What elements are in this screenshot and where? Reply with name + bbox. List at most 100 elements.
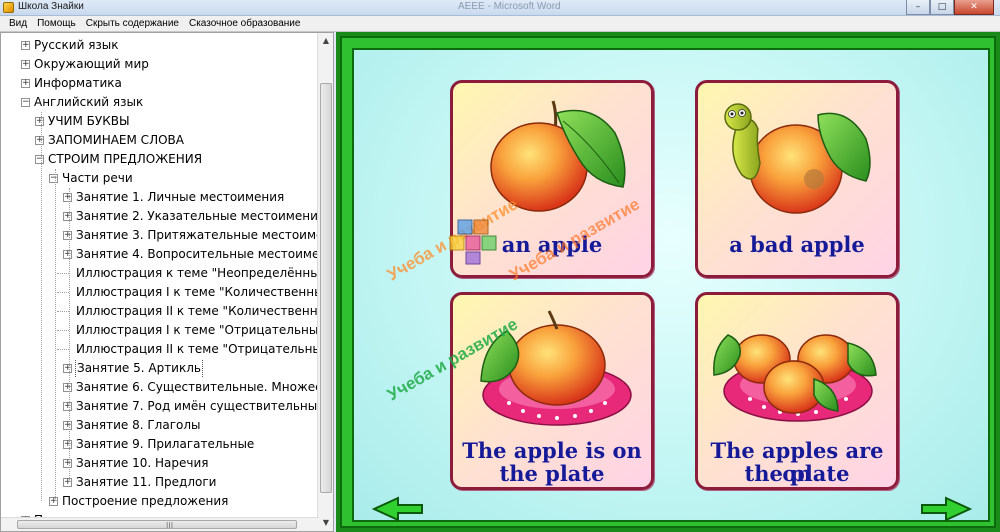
horizontal-scrollbar[interactable]: III xyxy=(1,517,319,531)
tree-item[interactable]: + Занятие 5. Артикль xyxy=(1,359,319,378)
tree-item-label: Занятие 10. Наречия xyxy=(76,456,209,470)
card-apples-on-plate[interactable]: The apples are on the plate xyxy=(695,292,899,490)
background-window-title: АЕЕЕ - Microsoft Word xyxy=(458,1,561,12)
tree-guide-line xyxy=(55,169,56,501)
tree-item[interactable]: + Занятие 7. Род имён существительных xyxy=(1,397,319,416)
tree-guide-line xyxy=(69,188,70,482)
tree-item-label: Занятие 7. Род имён существительных xyxy=(76,399,319,413)
tree-item-label: Русский язык xyxy=(34,38,119,52)
tree-item[interactable]: + Русский язык xyxy=(1,36,319,55)
vertical-scrollbar[interactable]: ▲ ▼ xyxy=(317,33,333,531)
tree-item[interactable]: − СТРОИМ ПРЕДЛОЖЕНИЯ xyxy=(1,150,319,169)
scroll-down-icon[interactable]: ▼ xyxy=(318,515,333,531)
tree-item[interactable]: Иллюстрация I к теме "Отрицательные ме xyxy=(1,321,319,340)
tree-item[interactable]: + Информатика xyxy=(1,74,319,93)
tree-item-label: Части речи xyxy=(62,171,133,185)
right-arrow-icon[interactable] xyxy=(920,496,972,522)
card-caption-line-2: the plate xyxy=(499,461,605,486)
expand-icon[interactable]: + xyxy=(21,60,30,69)
tree-item[interactable]: + Занятие 11. Предлоги xyxy=(1,473,319,492)
expand-icon[interactable]: + xyxy=(63,478,72,487)
left-arrow-icon[interactable] xyxy=(372,496,424,522)
tree-item[interactable]: Иллюстрация I к теме "Количественные м xyxy=(1,283,319,302)
menu-item-help[interactable]: Помощь xyxy=(32,18,81,29)
tree-item-label: ЗАПОМИНАЕМ СЛОВА xyxy=(48,133,184,147)
window-title: Школа Знайки xyxy=(18,1,84,12)
expand-icon[interactable]: + xyxy=(63,383,72,392)
tree-item-label: Занятие 9. Прилагательные xyxy=(76,437,255,451)
expand-icon[interactable]: + xyxy=(21,79,30,88)
expand-icon[interactable]: + xyxy=(49,497,58,506)
tree-item[interactable]: + Занятие 1. Личные местоимения xyxy=(1,188,319,207)
tree-item[interactable]: + Построение предложения xyxy=(1,492,319,511)
tree-item[interactable]: + Занятие 9. Прилагательные xyxy=(1,435,319,454)
tree-item-label: Занятие 1. Личные местоимения xyxy=(76,190,285,204)
tree-item[interactable]: − Части речи xyxy=(1,169,319,188)
tree-item-label: Иллюстрация II к теме "Количественные м xyxy=(76,304,319,318)
tree-item[interactable]: Иллюстрация к теме "Неопределённые м xyxy=(1,264,319,283)
expand-icon[interactable]: + xyxy=(63,231,72,240)
lesson-slide: an apple a bad apple The apple is on the… xyxy=(352,48,990,522)
tree-item-label: Занятие 6. Существительные. Множествен xyxy=(76,380,319,394)
tree-item-label: Иллюстрация I к теме "Количественные м xyxy=(76,285,319,299)
tree-item-label: Английский язык xyxy=(34,95,144,109)
expand-icon[interactable]: + xyxy=(63,193,72,202)
tree-connector xyxy=(57,273,69,274)
menu-bar: Вид Помощь Скрыть содержание Сказочное о… xyxy=(0,16,1000,32)
card-a-bad-apple[interactable]: a bad apple xyxy=(695,80,899,278)
close-button[interactable]: ✕ xyxy=(954,0,994,15)
expand-icon[interactable]: + xyxy=(63,440,72,449)
tree-item[interactable]: − Английский язык xyxy=(1,93,319,112)
expand-icon[interactable]: + xyxy=(63,402,72,411)
maximize-button[interactable]: □ xyxy=(930,0,954,15)
expand-icon[interactable]: + xyxy=(21,41,30,50)
tree-item[interactable]: + Занятие 4. Вопросительные местоимения xyxy=(1,245,319,264)
tree-connector xyxy=(57,349,69,350)
tree-item[interactable]: + УЧИМ БУКВЫ xyxy=(1,112,319,131)
card-caption: a bad apple xyxy=(729,232,865,257)
card-apple-on-plate[interactable]: The apple is on the plate xyxy=(450,292,654,490)
contents-tree: + Русский язык + Окружающий мир + Информатика… xyxy=(1,36,319,530)
collapse-icon[interactable]: − xyxy=(35,155,44,164)
collapse-icon[interactable]: − xyxy=(21,98,30,107)
menu-item-fairy-education[interactable]: Сказочное образование xyxy=(184,18,305,29)
expand-icon[interactable]: + xyxy=(35,117,44,126)
expand-icon[interactable]: + xyxy=(63,364,72,373)
tree-item[interactable]: + Занятие 8. Глаголы xyxy=(1,416,319,435)
tree-connector xyxy=(57,330,69,331)
vertical-scroll-thumb[interactable] xyxy=(320,83,332,493)
expand-icon[interactable]: + xyxy=(63,421,72,430)
tree-connector xyxy=(57,292,69,293)
tree-item[interactable]: + Окружающий мир xyxy=(1,55,319,74)
minimize-button[interactable]: – xyxy=(906,0,930,15)
tree-item-label: Окружающий мир xyxy=(34,57,149,71)
lesson-frame: an apple a bad apple The apple is on the… xyxy=(340,36,996,528)
tree-item-label: Занятие 5. Артикль xyxy=(75,359,203,378)
expand-icon[interactable]: + xyxy=(63,212,72,221)
tree-item[interactable]: Иллюстрация II к теме "Отрицательные м xyxy=(1,340,319,359)
tree-item[interactable]: + Занятие 3. Притяжательные местоимения xyxy=(1,226,319,245)
menu-item-view[interactable]: Вид xyxy=(4,18,32,29)
collapse-icon[interactable]: − xyxy=(49,174,58,183)
tree-item[interactable]: + Занятие 6. Существительные. Множествен xyxy=(1,378,319,397)
menu-item-hide-contents[interactable]: Скрыть содержание xyxy=(81,18,184,29)
tree-item[interactable]: + ЗАПОМИНАЕМ СЛОВА xyxy=(1,131,319,150)
tree-connector xyxy=(57,311,69,312)
lesson-content: an apple a bad apple The apple is on the… xyxy=(336,32,1000,532)
tree-item[interactable]: Иллюстрация II к теме "Количественные м xyxy=(1,302,319,321)
tree-item-label: Информатика xyxy=(34,76,122,90)
app-icon xyxy=(3,2,14,13)
expand-icon[interactable]: + xyxy=(63,459,72,468)
scroll-up-icon[interactable]: ▲ xyxy=(318,33,333,49)
tree-item-label: Построение предложения xyxy=(62,494,229,508)
horizontal-scroll-thumb[interactable]: III xyxy=(17,520,297,530)
tree-item[interactable]: + Занятие 10. Наречия xyxy=(1,454,319,473)
tree-item-label: УЧИМ БУКВЫ xyxy=(48,114,130,128)
expand-icon[interactable]: + xyxy=(63,250,72,259)
expand-icon[interactable]: + xyxy=(35,136,44,145)
tree-item[interactable]: + Занятие 2. Указательные местоимения xyxy=(1,207,319,226)
tree-item-label: Занятие 4. Вопросительные местоимения xyxy=(76,247,319,261)
contents-tree-panel: + Русский язык + Окружающий мир + Информатика… xyxy=(0,32,334,532)
card-caption-line-2: the plate xyxy=(744,461,850,486)
tree-item-label: Занятие 2. Указательные местоимения xyxy=(76,209,319,223)
